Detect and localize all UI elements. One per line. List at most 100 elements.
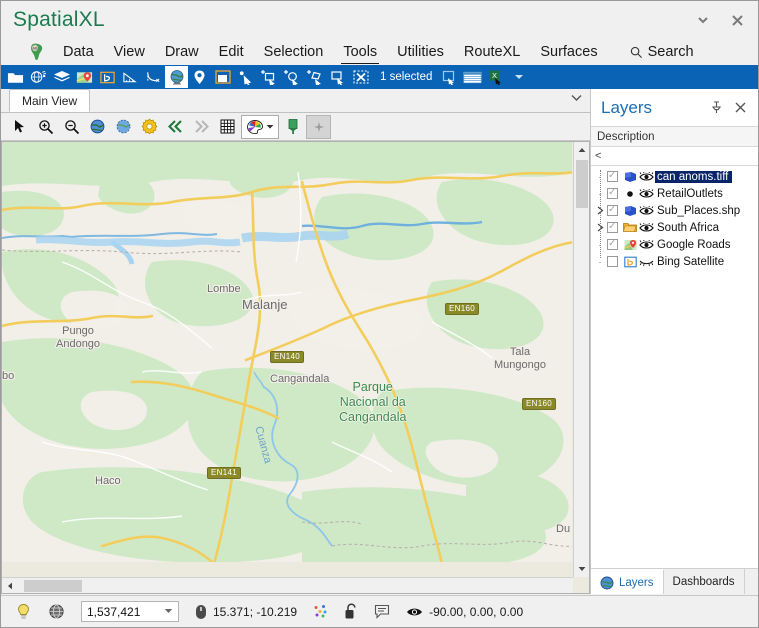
map-frame-icon[interactable] bbox=[211, 66, 234, 88]
svg-text:AB: AB bbox=[32, 46, 38, 51]
settings-gear-icon[interactable] bbox=[137, 115, 162, 139]
menu-draw[interactable]: Draw bbox=[155, 39, 209, 65]
menu-view[interactable]: View bbox=[104, 39, 155, 65]
attribute-table-icon[interactable] bbox=[461, 66, 484, 88]
pin-icon[interactable] bbox=[704, 96, 728, 120]
vertical-scroll-thumb[interactable] bbox=[576, 160, 588, 208]
map-vertical-scrollbar[interactable] bbox=[573, 142, 589, 577]
tabstrip-overflow-icon[interactable] bbox=[571, 93, 582, 103]
select-polygon-add-icon[interactable] bbox=[303, 66, 326, 88]
bookmark-flag-icon[interactable] bbox=[280, 115, 305, 139]
zoom-in-icon[interactable] bbox=[33, 115, 58, 139]
globe-settings-icon[interactable] bbox=[27, 66, 50, 88]
layers-filter-row[interactable]: < bbox=[591, 147, 758, 166]
select-rectangle-icon[interactable] bbox=[326, 66, 349, 88]
tab-dashboards-label: Dashboards bbox=[672, 575, 735, 588]
magnifier-icon bbox=[630, 46, 643, 59]
tab-dashboards[interactable]: Dashboards bbox=[664, 569, 745, 594]
globe-3d-icon[interactable] bbox=[165, 66, 188, 88]
export-excel-icon[interactable]: X bbox=[484, 66, 507, 88]
hint-button[interactable] bbox=[7, 597, 40, 627]
layer-row-sub-places[interactable]: Sub_Places.shp bbox=[591, 202, 758, 219]
search-box[interactable]: Search bbox=[608, 39, 704, 65]
menu-utilities[interactable]: Utilities bbox=[387, 39, 454, 65]
chevron-down-icon[interactable] bbox=[164, 607, 173, 616]
layer-checkbox[interactable] bbox=[607, 204, 618, 216]
eye-icon bbox=[406, 606, 423, 618]
snap-button[interactable] bbox=[305, 597, 336, 627]
star-disabled-icon bbox=[306, 114, 331, 139]
visibility-eye-icon[interactable] bbox=[638, 171, 655, 182]
menu-tools[interactable]: Tools bbox=[333, 39, 387, 65]
layer-row-can-anoms[interactable]: · can anoms.tiff bbox=[591, 168, 758, 185]
zoom-extents-globe-icon[interactable] bbox=[85, 115, 110, 139]
view-toolbar bbox=[1, 113, 590, 141]
place-marker-icon[interactable] bbox=[188, 66, 211, 88]
visibility-eye-icon[interactable] bbox=[638, 188, 655, 199]
globe-wire-icon bbox=[48, 603, 65, 620]
measure-curve-icon[interactable] bbox=[142, 66, 165, 88]
layer-row-retailoutlets[interactable]: · RetailOutlets bbox=[591, 185, 758, 202]
bing-icon bbox=[622, 256, 638, 268]
tab-layers[interactable]: Layers bbox=[591, 569, 664, 594]
visibility-eye-icon[interactable] bbox=[638, 222, 655, 233]
layer-checkbox[interactable] bbox=[607, 221, 618, 233]
annotation-button[interactable] bbox=[366, 597, 398, 627]
select-pointer-icon[interactable] bbox=[234, 66, 257, 88]
palette-caret-icon bbox=[266, 124, 274, 129]
palette-icon[interactable] bbox=[241, 114, 279, 139]
layers-stack-icon[interactable] bbox=[50, 66, 73, 88]
projection-button[interactable] bbox=[40, 597, 73, 627]
layer-checkbox[interactable] bbox=[607, 187, 618, 199]
arrow-select-icon[interactable] bbox=[7, 115, 32, 139]
minimize-button[interactable] bbox=[686, 5, 720, 35]
scroll-left-icon[interactable] bbox=[2, 578, 18, 593]
visibility-eye-icon[interactable] bbox=[638, 205, 655, 216]
copy-selection-icon[interactable] bbox=[438, 66, 461, 88]
visibility-hidden-icon[interactable] bbox=[638, 257, 655, 267]
select-circle-add-icon[interactable] bbox=[280, 66, 303, 88]
visibility-eye-icon[interactable] bbox=[638, 239, 655, 250]
layer-row-south-africa[interactable]: South Africa bbox=[591, 219, 758, 236]
google-maps-icon[interactable] bbox=[73, 66, 96, 88]
layer-checkbox[interactable] bbox=[607, 238, 618, 250]
layer-checkbox[interactable] bbox=[607, 256, 618, 267]
scale-combo[interactable]: 1,537,421 bbox=[81, 601, 179, 622]
close-icon[interactable] bbox=[728, 96, 752, 120]
layer-checkbox[interactable] bbox=[607, 170, 618, 182]
menu-data[interactable]: Data bbox=[53, 39, 104, 65]
lock-button[interactable] bbox=[336, 597, 366, 627]
scroll-up-icon[interactable] bbox=[574, 142, 589, 158]
menu-edit[interactable]: Edit bbox=[209, 39, 254, 65]
bing-icon[interactable] bbox=[96, 66, 119, 88]
next-extent-icon[interactable] bbox=[189, 115, 214, 139]
layer-row-google-roads[interactable]: · Google Roads bbox=[591, 236, 758, 253]
scroll-down-icon[interactable] bbox=[574, 561, 589, 577]
layer-row-bing-satellite[interactable]: · Bing Satellite bbox=[591, 253, 758, 270]
map-horizontal-scrollbar[interactable] bbox=[2, 577, 573, 593]
open-folder-icon[interactable] bbox=[4, 66, 27, 88]
grid-icon[interactable] bbox=[215, 115, 240, 139]
zoom-layer-globe-icon[interactable] bbox=[111, 115, 136, 139]
map-scale-field[interactable]: 1,537,421 bbox=[73, 597, 187, 627]
select-rectangle-add-icon[interactable] bbox=[257, 66, 280, 88]
menu-surfaces[interactable]: Surfaces bbox=[530, 39, 607, 65]
map-canvas[interactable]: Lombe Malanje Pungo Andongo bo Tala Mung… bbox=[1, 141, 590, 594]
tab-main-view[interactable]: Main View bbox=[9, 89, 91, 112]
ribbon-overflow-button[interactable] bbox=[507, 66, 530, 88]
zoom-out-icon[interactable] bbox=[59, 115, 84, 139]
mouse-icon bbox=[195, 604, 207, 620]
previous-extent-icon[interactable] bbox=[163, 115, 188, 139]
close-button[interactable] bbox=[720, 5, 754, 35]
clear-selection-icon[interactable] bbox=[349, 66, 372, 88]
measure-ruler-icon[interactable] bbox=[119, 66, 142, 88]
map-surface[interactable]: Lombe Malanje Pungo Andongo bo Tala Mung… bbox=[2, 142, 572, 562]
tree-branch-icon: · bbox=[598, 256, 602, 267]
layer-name: can anoms.tiff bbox=[655, 170, 733, 183]
snap-icon bbox=[313, 604, 328, 619]
menu-bar: AB Data View Draw Edit Selection Tools U… bbox=[1, 39, 758, 65]
menu-selection[interactable]: Selection bbox=[254, 39, 334, 65]
menu-routexl[interactable]: RouteXL bbox=[454, 39, 530, 65]
horizontal-scroll-thumb[interactable] bbox=[24, 580, 82, 592]
layer-name: Sub_Places.shp bbox=[657, 204, 741, 217]
